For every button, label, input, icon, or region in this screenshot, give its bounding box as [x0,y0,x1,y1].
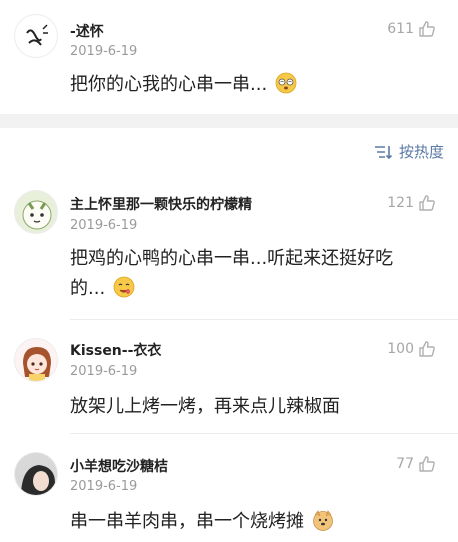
dizzy-face-emoji-icon [275,72,297,94]
comment-item: -述怀 2019-6-19 611 把你的心我的心串一串... [0,0,458,114]
comment-item: 小羊想吃沙糖桔 2019-6-19 77 串一串羊肉串，串一个烧烤摊 [0,434,458,542]
comment-text: 串一串羊肉串，串一个烧烤摊 [70,507,438,537]
doge-emoji-icon [312,510,333,531]
cartoon-avatar-icon [22,200,52,230]
sort-by-hot-button[interactable]: 按热度 [373,141,444,162]
comment-text: 放架儿上烤一烤，再来点儿辣椒面 [70,392,438,422]
comment-date: 2019-6-19 [70,479,138,494]
username[interactable]: Kissen--衣衣 [70,340,161,360]
comment-text: 把你的心我的心串一串... [70,70,438,100]
like-button[interactable]: 100 [387,340,436,358]
comment-text-body: 串一串羊肉串，串一个烧烤摊 [70,511,304,532]
comment-date: 2019-6-19 [70,364,138,379]
thumbs-up-icon [419,341,435,357]
like-button[interactable]: 77 [396,455,436,473]
thumbs-up-icon [419,456,435,472]
photo-avatar-icon [15,453,57,495]
comment-text-line: 把鸡的心鸭的心串一串...听起来还挺好吃 [70,248,394,269]
sort-bar: 按热度 [0,128,458,174]
thumbs-up-icon [419,21,435,37]
avatar[interactable] [14,14,58,58]
section-separator [0,114,458,128]
comment-text-body: 的... [70,278,106,299]
sort-icon [374,145,393,159]
avatar[interactable] [14,452,58,496]
like-count: 611 [387,21,414,37]
like-count: 121 [387,195,414,211]
avatar[interactable] [14,190,58,234]
avatar[interactable] [14,338,58,382]
thumbs-up-icon [419,195,435,211]
comment-text-body: 放架儿上烤一烤，再来点儿辣椒面 [70,396,340,417]
username[interactable]: 主上怀里那一颗快乐的柠檬精 [70,194,252,214]
comment-text: 把鸡的心鸭的心串一串...听起来还挺好吃 的... [70,244,438,304]
drooling-face-emoji-icon [113,276,135,298]
username[interactable]: 小羊想吃沙糖桔 [70,456,168,476]
comment-item: 主上怀里那一颗快乐的柠檬精 2019-6-19 121 把鸡的心鸭的心串一串..… [0,174,458,320]
username[interactable]: -述怀 [70,21,104,41]
comment-date: 2019-6-19 [70,44,138,59]
like-button[interactable]: 121 [387,194,436,212]
sketch-avatar-icon [26,24,48,46]
like-count: 100 [387,341,414,357]
comment-text-line: 的... [70,274,438,304]
anime-girl-avatar-icon [23,347,51,381]
like-button[interactable]: 611 [387,20,436,38]
comment-date: 2019-6-19 [70,218,138,233]
comment-text-body: 把你的心我的心串一串... [70,74,268,95]
sort-label: 按热度 [398,143,444,161]
comment-item: Kissen--衣衣 2019-6-19 100 放架儿上烤一烤，再来点儿辣椒面 [0,320,458,434]
like-count: 77 [396,456,414,472]
